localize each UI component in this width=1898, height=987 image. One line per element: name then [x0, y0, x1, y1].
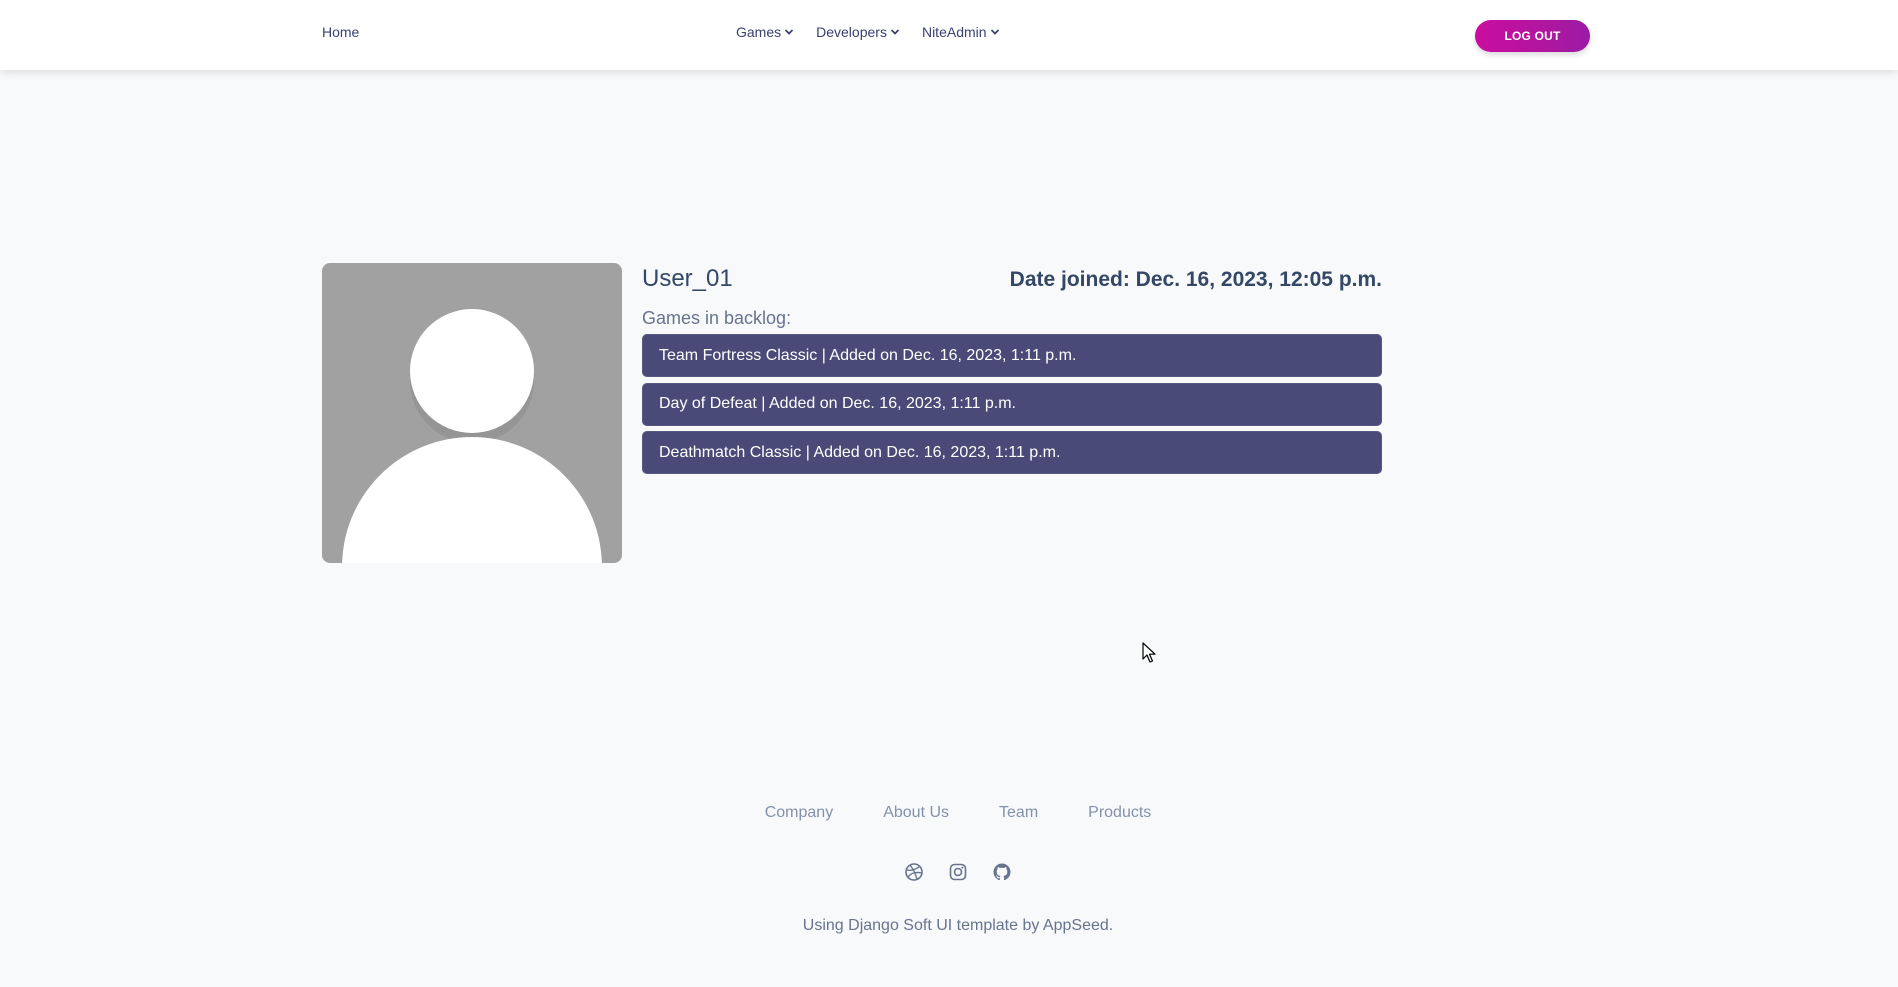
avatar — [322, 263, 622, 563]
mouse-cursor-icon — [1142, 642, 1156, 663]
social-icons — [0, 862, 1898, 882]
chevron-down-icon — [890, 29, 900, 35]
backlog-item[interactable]: Team Fortress Classic | Added on Dec. 16… — [642, 334, 1382, 377]
backlog-item[interactable]: Deathmatch Classic | Added on Dec. 16, 2… — [642, 431, 1382, 474]
date-joined: Date joined: Dec. 16, 2023, 12:05 p.m. — [1009, 268, 1382, 291]
footer-link-about-us[interactable]: About Us — [883, 804, 949, 822]
navbar: Home Games Developers NiteAdmin LOG OUT — [0, 0, 1898, 70]
backlog-label: Games in backlog: — [642, 308, 792, 328]
nav-niteadmin-label: NiteAdmin — [921, 24, 987, 40]
chevron-down-icon — [784, 29, 794, 35]
avatar-body — [342, 437, 602, 563]
nav-home-link[interactable]: Home — [322, 24, 359, 40]
footer-links: Company About Us Team Products — [0, 804, 1898, 822]
nav-games-dropdown[interactable]: Games — [736, 24, 794, 40]
nav-developers-label: Developers — [816, 24, 887, 40]
nav-niteadmin-dropdown[interactable]: NiteAdmin — [922, 24, 1000, 40]
nav-developers-dropdown[interactable]: Developers — [816, 24, 900, 40]
dribbble-icon[interactable] — [904, 862, 924, 882]
nav-menu: Games Developers NiteAdmin — [736, 24, 1022, 40]
footer-link-products[interactable]: Products — [1088, 804, 1151, 822]
footer-credit: Using Django Soft UI template by AppSeed… — [802, 917, 1114, 934]
username: User_01 — [642, 265, 733, 292]
footer-link-company[interactable]: Company — [765, 804, 833, 822]
chevron-down-icon — [990, 29, 999, 35]
backlog-item[interactable]: Day of Defeat | Added on Dec. 16, 2023, … — [642, 382, 1382, 426]
backlog-list: Team Fortress Classic | Added on Dec. 16… — [642, 334, 1382, 480]
avatar-head — [410, 309, 534, 433]
nav-games-label: Games — [736, 24, 782, 40]
footer-link-team[interactable]: Team — [999, 804, 1038, 822]
github-icon[interactable] — [992, 862, 1012, 882]
logout-button[interactable]: LOG OUT — [1475, 20, 1590, 52]
instagram-icon[interactable] — [948, 862, 968, 882]
